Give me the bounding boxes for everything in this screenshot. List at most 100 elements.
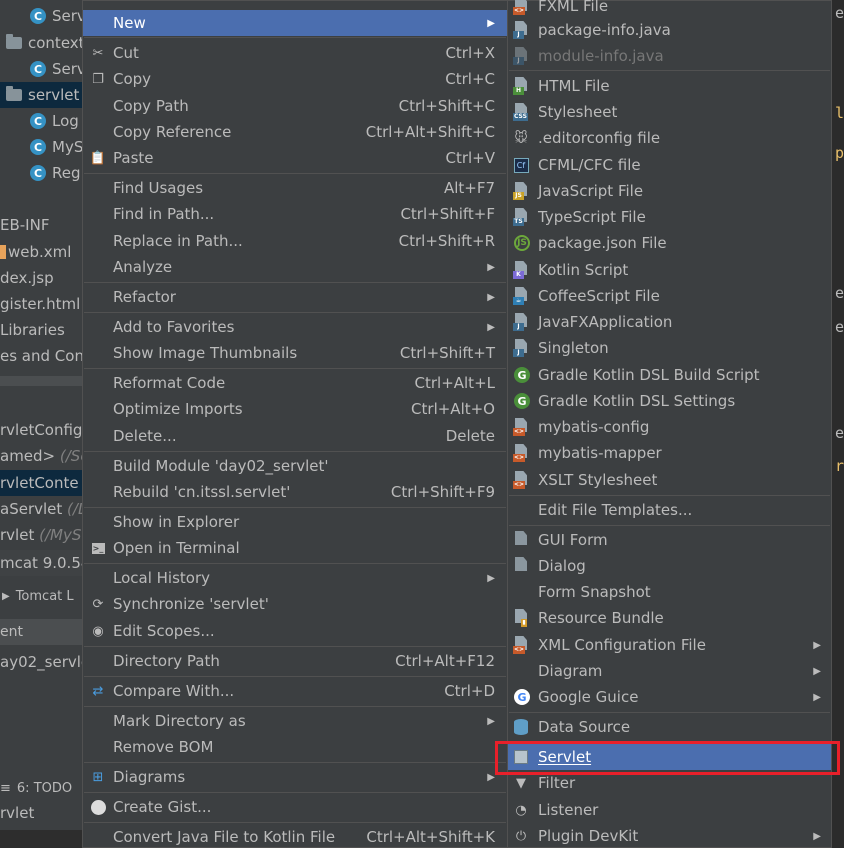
tree-item-servlet-package[interactable]: servlet [0, 82, 82, 108]
menu-item-local-history[interactable]: Local History ▶ [83, 565, 507, 591]
tree-item-class[interactable]: C Reg [0, 160, 82, 186]
menu-item-convert-to-kotlin[interactable]: Convert Java File to Kotlin File Ctrl+Alt… [83, 824, 507, 848]
menu-item-copy-path[interactable]: Copy Path Ctrl+Shift+C [83, 93, 507, 119]
menu-separator [84, 282, 506, 283]
submenu-item-xml-configuration[interactable]: <> XML Configuration File ▶ [508, 632, 831, 658]
submenu-item-kotlin-script[interactable]: K Kotlin Script [508, 257, 831, 283]
tree-item-class[interactable]: C Serv [0, 56, 82, 82]
class-icon: C [30, 61, 46, 77]
submenu-item-javafx-application[interactable]: J JavaFXApplication [508, 309, 831, 335]
menu-item-find-usages[interactable]: Find Usages Alt+F7 [83, 175, 507, 201]
service-item[interactable]: rvletConfig [0, 417, 82, 443]
menu-item-synchronize[interactable]: ⟳ Synchronize 'servlet' [83, 591, 507, 617]
submenu-item-form-snapshot[interactable]: Form Snapshot [508, 579, 831, 605]
tree-item-file[interactable]: gister.html [0, 291, 82, 317]
menu-item-compare-with[interactable]: ⇄ Compare With... Ctrl+D [83, 678, 507, 704]
submenu-item-edit-file-templates[interactable]: Edit File Templates... [508, 497, 831, 523]
menu-item-diagrams[interactable]: ⊞ Diagrams ▶ [83, 764, 507, 790]
diagram-icon: ⊞ [92, 769, 104, 785]
menu-item-open-in-terminal[interactable]: >_ Open in Terminal [83, 535, 507, 561]
run-tab[interactable]: ▶ Tomcat L [0, 583, 82, 609]
service-item[interactable]: amed> (/Se [0, 443, 82, 469]
menu-item-refactor[interactable]: Refactor ▶ [83, 284, 507, 310]
menu-item-show-image-thumbnails[interactable]: Show Image Thumbnails Ctrl+Shift+T [83, 340, 507, 366]
submenu-item-listener[interactable]: ◔ Listener [508, 797, 831, 823]
deployment-item[interactable]: ay02_servle [0, 649, 82, 675]
submenu-item-gradle-build-script[interactable]: G Gradle Kotlin DSL Build Script [508, 362, 831, 388]
menu-item-replace-in-path[interactable]: Replace in Path... Ctrl+Shift+R [83, 228, 507, 254]
submenu-item-coffeescript[interactable]: ☕ CoffeeScript File [508, 283, 831, 309]
submenu-item-javascript[interactable]: JS JavaScript File [508, 178, 831, 204]
menu-item-build-module[interactable]: Build Module 'day02_servlet' [83, 453, 507, 479]
java-file-icon: J [513, 47, 529, 65]
menu-item-optimize-imports[interactable]: Optimize Imports Ctrl+Alt+O [83, 396, 507, 422]
submenu-item-resource-bundle[interactable]: ▮ Resource Bundle [508, 605, 831, 631]
tree-item-class[interactable]: C MyS [0, 134, 82, 160]
submenu-item-data-source[interactable]: Data Source [508, 714, 831, 740]
tree-item-package[interactable]: context [0, 30, 82, 56]
menu-item-directory-path[interactable]: Directory Path Ctrl+Alt+F12 [83, 648, 507, 674]
submenu-item-stylesheet[interactable]: CSS Stylesheet [508, 99, 831, 125]
status-bar-text: rvlet [0, 804, 35, 822]
form-icon [513, 531, 529, 549]
submenu-arrow-icon: ▶ [813, 639, 821, 651]
menu-item-create-gist[interactable]: Create Gist... [83, 794, 507, 820]
class-icon: C [30, 139, 46, 155]
tree-item-class[interactable]: C Log [0, 108, 82, 134]
menu-item-edit-scopes[interactable]: ◉ Edit Scopes... [83, 618, 507, 644]
database-icon [512, 718, 530, 736]
server-item[interactable]: mcat 9.0.54 [0, 550, 82, 576]
submenu-item-gradle-settings[interactable]: G Gradle Kotlin DSL Settings [508, 388, 831, 414]
menu-item-copy-reference[interactable]: Copy Reference Ctrl+Alt+Shift+C [83, 119, 507, 145]
menu-item-new[interactable]: New ▶ [83, 10, 507, 36]
highlight-annotation [495, 741, 840, 775]
tree-item-class[interactable]: C Serv [0, 3, 82, 29]
tree-item-scratches[interactable]: es and Cons [0, 343, 82, 369]
copy-icon: ❐ [92, 71, 104, 87]
submenu-item-plugin-devkit[interactable]: ⏻ Plugin DevKit ▶ [508, 823, 831, 848]
service-item[interactable]: rvlet (/MyS [0, 522, 82, 548]
tree-item-file[interactable]: dex.jsp [0, 265, 82, 291]
menu-item-remove-bom[interactable]: Remove BOM [83, 734, 507, 760]
tree-item-folder[interactable]: EB-INF [0, 212, 82, 238]
menu-item-mark-directory-as[interactable]: Mark Directory as ▶ [83, 708, 507, 734]
todo-tab[interactable]: ≡ 6: TODO [0, 775, 82, 801]
submenu-item-diagram[interactable]: Diagram ▶ [508, 658, 831, 684]
scrollbar[interactable] [0, 376, 82, 386]
menu-item-find-in-path[interactable]: Find in Path... Ctrl+Shift+F [83, 201, 507, 227]
submenu-item-package-info[interactable]: Jpackage-info.java [508, 17, 831, 43]
submenu-item-mybatis-mapper[interactable]: <> mybatis-mapper [508, 440, 831, 466]
service-item-selected[interactable]: rvletConte [0, 470, 82, 496]
tree-item-file[interactable]: web.xml [0, 239, 82, 265]
submenu-item-package-json[interactable]: JS package.json File [508, 230, 831, 256]
menu-item-reformat-code[interactable]: Reformat Code Ctrl+Alt+L [83, 370, 507, 396]
menu-item-delete[interactable]: Delete... Delete [83, 423, 507, 449]
submenu-item-singleton[interactable]: J Singleton [508, 335, 831, 361]
menu-separator [509, 712, 830, 713]
menu-separator [509, 70, 830, 71]
submenu-item-editorconfig[interactable]: 🐭 .editorconfig file [508, 125, 831, 151]
tree-item-libraries[interactable]: Libraries [0, 317, 82, 343]
plugin-icon: ⏻ [515, 828, 527, 844]
submenu-item-html-file[interactable]: H HTML File [508, 73, 831, 99]
menu-item-cut[interactable]: ✂ Cut Ctrl+X [83, 40, 507, 66]
menu-separator [509, 525, 830, 526]
submenu-item-typescript[interactable]: TS TypeScript File [508, 204, 831, 230]
submenu-item-cfml[interactable]: Cf CFML/CFC file [508, 152, 831, 178]
submenu-item-mybatis-config[interactable]: <> mybatis-config [508, 414, 831, 440]
menu-item-add-to-favorites[interactable]: Add to Favorites ▶ [83, 314, 507, 340]
menu-item-paste[interactable]: 📋 Paste Ctrl+V [83, 145, 507, 171]
menu-item-show-in-explorer[interactable]: Show in Explorer [83, 509, 507, 535]
gradle-icon: G [514, 393, 530, 409]
submenu-item-google-guice[interactable]: G Google Guice ▶ [508, 684, 831, 710]
submenu-item-gui-form[interactable]: GUI Form [508, 527, 831, 553]
service-item[interactable]: aServlet (/Lo [0, 496, 82, 522]
submenu-item-dialog[interactable]: Dialog [508, 553, 831, 579]
submenu-item-xslt-stylesheet[interactable]: <> XSLT Stylesheet [508, 467, 831, 493]
submenu-item-module-info[interactable]: Jmodule-info.java [508, 43, 831, 69]
menu-item-analyze[interactable]: Analyze ▶ [83, 254, 507, 280]
menu-item-copy[interactable]: ❐ Copy Ctrl+C [83, 66, 507, 92]
menu-item-rebuild[interactable]: Rebuild 'cn.itssl.servlet' Ctrl+Shift+F9 [83, 479, 507, 505]
submenu-arrow-icon: ▶ [487, 572, 495, 584]
taskbar [0, 830, 82, 848]
